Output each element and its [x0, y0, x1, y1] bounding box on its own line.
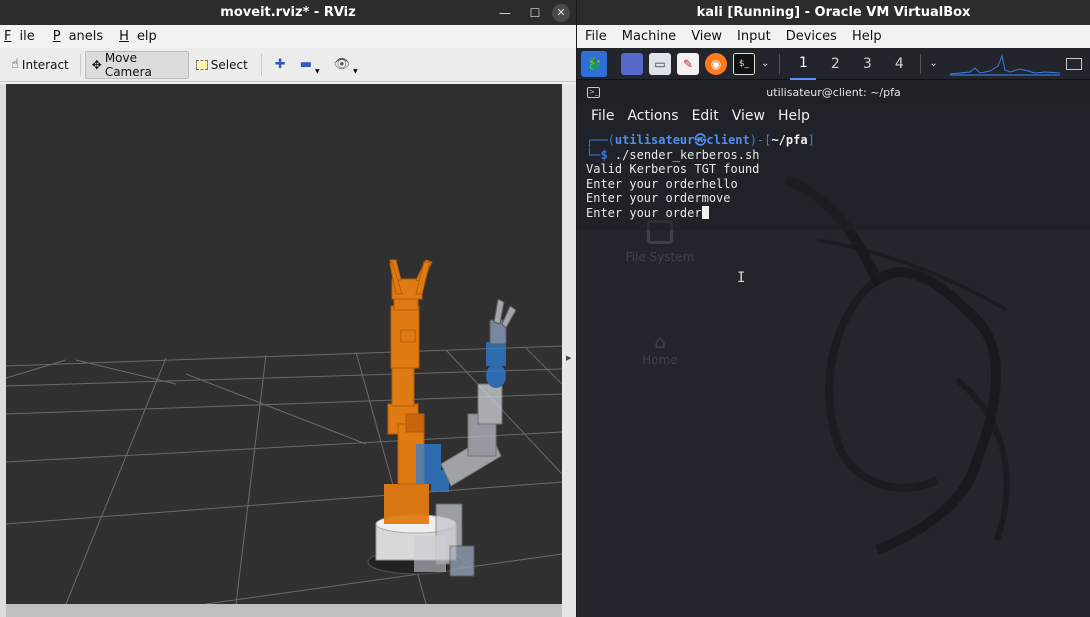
eye-icon: 👁 [333, 57, 351, 72]
output-line: Enter your ordermove [586, 191, 731, 206]
remove-tool-button[interactable]: ▬ ▼ [293, 51, 327, 79]
command-text: ./sender_kerberos.sh [614, 147, 760, 162]
kali-desktop: File System ⌂ Home >_ utilisateur@client… [577, 80, 1090, 617]
view-tool-button[interactable]: 👁 ▼ [327, 51, 365, 79]
prompt-user: utilisateur [614, 133, 695, 147]
add-tool-button[interactable]: ✚ [268, 51, 293, 79]
select-label: Select [210, 57, 248, 72]
monitor-icon[interactable] [1066, 57, 1082, 70]
vbox-menu-file[interactable]: File [585, 29, 607, 44]
workspace-3[interactable]: 3 [854, 48, 880, 80]
vbox-menu-devices[interactable]: Devices [786, 29, 837, 44]
interact-tool-button[interactable]: ☝ Interact [4, 51, 76, 79]
show-desktop-icon[interactable] [621, 52, 643, 75]
workspace-4[interactable]: 4 [886, 48, 912, 80]
home-label: Home [642, 353, 678, 367]
workspace-2[interactable]: 2 [822, 48, 848, 80]
terminal-menu-edit[interactable]: Edit [692, 108, 719, 124]
kali-menu-icon[interactable]: 🐉 [581, 50, 607, 77]
select-tool-button[interactable]: Select [189, 51, 255, 79]
firefox-icon[interactable]: ◉ [705, 52, 727, 75]
plus-icon: ✚ [274, 57, 286, 72]
workspace-1[interactable]: 1 [790, 48, 817, 80]
rviz-title: moveit.rviz* - RViz [220, 5, 356, 20]
3d-viewport[interactable] [6, 84, 562, 604]
terminal-menu-file[interactable]: File [591, 108, 614, 124]
vbox-menu-input[interactable]: Input [737, 29, 771, 44]
minimize-button[interactable]: — [492, 3, 518, 23]
vbox-menu-machine[interactable]: Machine [622, 29, 676, 44]
terminal-menu-help[interactable]: Help [778, 108, 810, 124]
mouse-ibeam-cursor: I [737, 270, 746, 286]
filesystem-label: File System [625, 250, 695, 264]
chevron-right-icon: ▶ [566, 354, 572, 362]
prompt-line: ┌──(utilisateur㉿client)-[~/pfa] [586, 133, 815, 147]
move-camera-tool-button[interactable]: ✥ Move Camera [84, 50, 189, 79]
output-line: Enter your orderhello [586, 176, 738, 191]
select-box-icon [195, 59, 208, 70]
viewport-bottom-bar [6, 604, 562, 617]
text-cursor [701, 205, 709, 219]
terminal-icon[interactable]: $_ [733, 52, 755, 75]
prompt-host: client [706, 133, 750, 147]
chevron-down-icon[interactable]: ⌄ [929, 58, 937, 69]
vbox-menubar: File Machine View Input Devices Help [577, 25, 1090, 48]
close-button[interactable]: ✕ [552, 3, 570, 22]
rviz-menubar: File Panels Help [0, 25, 576, 48]
move-arrows-icon: ✥ [91, 57, 102, 72]
text-editor-icon[interactable]: ✎ [677, 52, 699, 75]
terminal-title: utilisateur@client: ~/pfa [766, 86, 901, 99]
hand-pointer-icon: ☝ [11, 57, 19, 72]
rviz-toolbar: ☝ Interact ✥ Move Camera Select ✚ ▬ ▼ 👁 ▼ [0, 48, 576, 82]
vbox-titlebar: kali [Running] - Oracle VM VirtualBox [577, 0, 1090, 25]
interact-label: Interact [21, 57, 69, 72]
vbox-menu-help[interactable]: Help [852, 29, 882, 44]
file-manager-icon[interactable]: ▭ [649, 52, 671, 75]
vbox-menu-view[interactable]: View [691, 29, 722, 44]
move-camera-label: Move Camera [104, 50, 152, 79]
desktop-icon-home[interactable]: ⌂ Home [625, 332, 695, 367]
maximize-button[interactable]: ☐ [522, 3, 548, 23]
virtualbox-window: kali [Running] - Oracle VM VirtualBox Fi… [577, 0, 1090, 617]
menu-panels[interactable]: Panels [49, 29, 111, 44]
terminal-titlebar: >_ utilisateur@client: ~/pfa [577, 80, 1090, 105]
terminal-window: >_ utilisateur@client: ~/pfa File Action… [577, 80, 1090, 230]
toolbar-divider [79, 53, 81, 76]
cpu-graph [949, 53, 1060, 76]
robot-scene [6, 259, 562, 604]
terminal-app-icon: >_ [587, 87, 600, 98]
terminal-menu-view[interactable]: View [732, 108, 765, 124]
terminal-menu-actions[interactable]: Actions [627, 108, 678, 124]
menu-file[interactable]: File [0, 29, 43, 44]
kali-taskbar: 🐉 ▭ ✎ ◉ $_ ⌄ 1 2 3 4 ⌄ [577, 48, 1090, 80]
vbox-title: kali [Running] - Oracle VM VirtualBox [696, 5, 971, 20]
prompt-path: ~/pfa [771, 133, 808, 147]
terminal-menubar: File Actions Edit View Help [577, 105, 1090, 127]
menu-help[interactable]: Help [115, 29, 165, 44]
right-panel-collapse[interactable]: ▶ [562, 84, 576, 617]
rviz-titlebar: moveit.rviz* - RViz — ☐ ✕ [0, 0, 576, 25]
dropdown-arrow-icon: ▼ [353, 67, 358, 75]
window-divider [576, 0, 577, 617]
chevron-down-icon[interactable]: ⌄ [761, 58, 769, 69]
toolbar-divider [260, 53, 262, 76]
prompt-separator: ㉿ [694, 133, 707, 147]
minus-icon: ▬ [299, 57, 312, 72]
dropdown-arrow-icon: ▼ [314, 67, 320, 75]
home-icon: ⌂ [654, 332, 666, 353]
terminal-output[interactable]: ┌──(utilisateur㉿client)-[~/pfa] └─$ ./se… [577, 127, 1090, 221]
command-line: └─$ ./sender_kerberos.sh [586, 147, 760, 162]
output-line: Valid Kerberos TGT found [586, 162, 760, 177]
input-line[interactable]: Enter your order [586, 205, 1090, 221]
